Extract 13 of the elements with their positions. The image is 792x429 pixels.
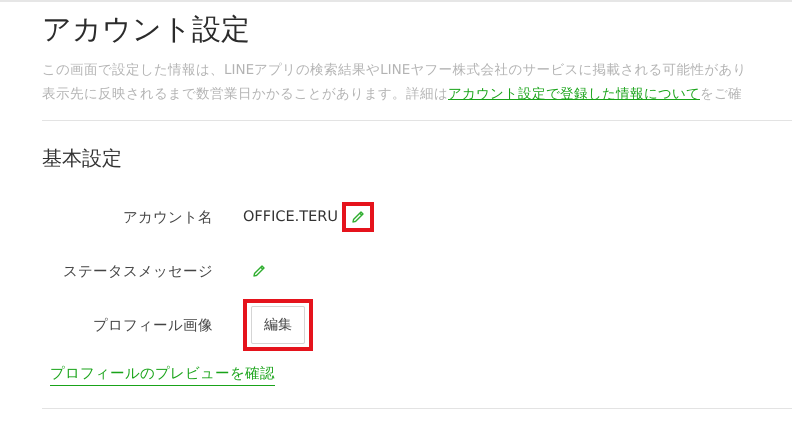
field-label: ステータスメッセージ xyxy=(62,262,214,280)
info-link[interactable]: アカウント設定で登録した情報について xyxy=(448,86,700,102)
page-title: アカウント設定 xyxy=(42,11,251,48)
field-label: プロフィール画像 xyxy=(92,316,214,334)
field-label: アカウント名 xyxy=(122,208,214,226)
pencil-icon[interactable] xyxy=(251,263,267,279)
section-title: 基本設定 xyxy=(42,145,123,172)
preview-link[interactable]: プロフィールのプレビューを確認 xyxy=(50,364,275,386)
edit-button[interactable]: 編集 xyxy=(251,306,305,344)
field-value: OFFICE.TERU xyxy=(243,209,338,225)
pencil-icon[interactable] xyxy=(350,209,366,225)
description-text: この画面で設定した情報は、LINEアプリの検索結果やLINEヤフー株式会社のサービスに掲載される可能性があり xyxy=(42,61,748,80)
description-text: 表示先に反映されるまで数営業日かかることがあります。詳細はアカウント設定で登録した情報について をご確 xyxy=(42,85,743,104)
